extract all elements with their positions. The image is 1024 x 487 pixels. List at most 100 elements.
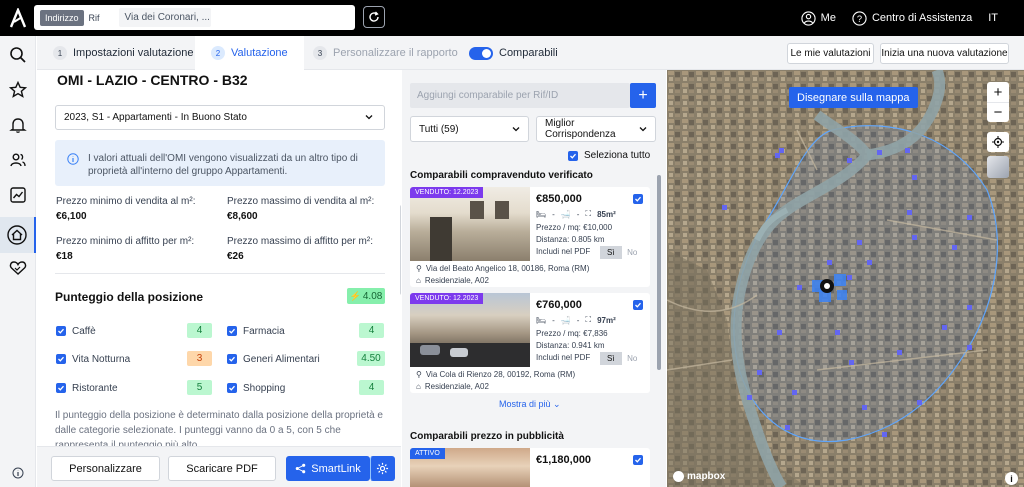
max-rent-label: Prezzo massimo di affitto per m²: xyxy=(227,236,373,247)
comparable-checkbox[interactable] xyxy=(633,194,643,204)
step-number: 1 xyxy=(53,46,67,60)
my-valuations-button[interactable]: Le mie valutazioni xyxy=(787,43,874,64)
home-icon: ⌂ xyxy=(416,382,421,391)
refresh-button[interactable] xyxy=(363,6,385,28)
new-valuation-button[interactable]: Inizia una nuova valutazione xyxy=(880,43,1009,64)
comparable-address: ⚲ Via Cola di Rienzo 28, 00192, Roma (RM… xyxy=(416,370,575,379)
add-comparable-input[interactable]: Aggiungi comparabile per Rif/ID xyxy=(410,83,630,108)
chevron-down-icon: ⌄ xyxy=(553,399,561,409)
comparable-checkbox[interactable] xyxy=(633,300,643,310)
sidebar-users[interactable] xyxy=(7,149,29,171)
map-info-icon[interactable]: i xyxy=(1005,472,1018,485)
category-label: Generi Alimentari xyxy=(243,353,320,365)
beds-value: - xyxy=(552,209,555,219)
no-option[interactable]: No xyxy=(622,352,644,365)
select-all-checkbox[interactable]: Seleziona tutto xyxy=(568,150,650,161)
category-pharmacy[interactable]: Farmacia xyxy=(227,323,285,339)
sidebar-notifications[interactable] xyxy=(7,114,29,136)
include-pdf-toggle[interactable]: Sì No xyxy=(600,352,643,365)
category-groceries[interactable]: Generi Alimentari xyxy=(227,351,320,367)
search-input[interactable]: Via dei Coronari, ... xyxy=(118,8,211,27)
help-center-link[interactable]: ? Centro di Assistenza xyxy=(852,10,973,26)
sold-tag: VENDUTO: 12.2023 xyxy=(410,187,484,198)
user-icon xyxy=(801,10,816,26)
comparable-card[interactable]: ATTIVO €1,180,000 xyxy=(410,448,650,487)
checkbox-checked[interactable] xyxy=(227,326,237,336)
baths-value: - xyxy=(576,315,580,325)
distance: Distanza: 0.941 km xyxy=(536,341,605,350)
include-pdf-toggle[interactable]: Sì No xyxy=(600,246,643,259)
step-number: 3 xyxy=(313,46,327,60)
comparable-card[interactable]: VENDUTO: 12.2023 €850,000 🛏 - 🛁 - ⛶ 85m² Pr… xyxy=(410,187,650,287)
search-mode-address[interactable]: Indirizzo xyxy=(40,9,84,26)
category-shopping[interactable]: Shopping xyxy=(227,380,285,396)
checkbox-checked[interactable] xyxy=(56,383,66,393)
comparable-card[interactable]: VENDUTO: 12.2023 €760,000 🛏 - 🛁 - ⛶ 97m² Pr… xyxy=(410,293,650,393)
scrollbar[interactable] xyxy=(400,205,401,295)
category-restaurant[interactable]: Ristorante xyxy=(56,380,118,396)
filter-dropdown[interactable]: Tutti (59) xyxy=(410,116,529,142)
users-icon xyxy=(10,153,26,167)
show-more-link[interactable]: Mostra di più ⌄ xyxy=(499,399,561,410)
language-selector[interactable]: IT xyxy=(988,12,998,24)
max-rent-value: €26 xyxy=(227,251,244,262)
sidebar-info[interactable] xyxy=(7,462,29,484)
bell-icon xyxy=(9,118,27,133)
checkbox-checked[interactable] xyxy=(227,383,237,393)
scrollbar[interactable] xyxy=(657,175,661,370)
smartlink-button[interactable]: SmartLink xyxy=(286,456,370,481)
map-style-toggle[interactable] xyxy=(987,156,1009,178)
draw-on-map-button[interactable]: Disegnare sulla mappa xyxy=(789,87,918,108)
zoom-in-button[interactable]: + xyxy=(987,82,1009,102)
category-score: 4.50 xyxy=(357,351,385,366)
help-label: Centro di Assistenza xyxy=(871,12,973,24)
sidebar-handshake[interactable] xyxy=(7,257,29,279)
add-comparable-button[interactable]: + xyxy=(630,83,656,108)
checkbox-checked[interactable] xyxy=(568,150,578,161)
search-mode-ref[interactable]: Rif xyxy=(84,10,105,26)
step-customize-report[interactable]: 3 Personalizzare il rapporto xyxy=(313,36,458,70)
step-number: 2 xyxy=(211,46,225,60)
sidebar-search[interactable] xyxy=(7,44,29,66)
yes-option[interactable]: Sì xyxy=(600,352,622,365)
app-logo[interactable] xyxy=(0,0,36,36)
omi-period-select[interactable]: 2023, S1 - Appartamenti - In Buono Stato xyxy=(55,105,385,130)
sidebar-favorites[interactable] xyxy=(7,79,29,101)
checkbox-checked[interactable] xyxy=(227,354,237,364)
locate-button[interactable] xyxy=(987,132,1009,152)
customize-button[interactable]: Personalizzare xyxy=(51,456,160,481)
zoom-out-button[interactable]: − xyxy=(987,102,1009,122)
category-cafe[interactable]: Caffè xyxy=(56,323,96,339)
plus-icon: + xyxy=(638,86,648,104)
star-icon xyxy=(9,81,27,98)
comparables-toggle[interactable] xyxy=(469,46,493,60)
user-menu[interactable]: Me xyxy=(801,10,836,26)
step-settings[interactable]: 1 Impostazioni valutazione xyxy=(53,36,193,70)
address-text: Via Cola di Rienzo 28, 00192, Roma (RM) xyxy=(425,370,576,379)
omi-period-value: 2023, S1 - Appartamenti - In Buono Stato xyxy=(64,112,247,123)
language-label: IT xyxy=(988,12,998,24)
max-sale-label: Prezzo massimo di vendita al m²: xyxy=(227,196,375,207)
comparables-panel: Aggiungi comparabile per Rif/ID + Tutti … xyxy=(402,70,666,487)
no-option[interactable]: No xyxy=(622,246,644,259)
chevron-down-icon xyxy=(639,127,647,132)
info-icon xyxy=(67,153,79,165)
comparable-checkbox[interactable] xyxy=(633,455,643,465)
category-score: 3 xyxy=(187,351,212,366)
step-label: Impostazioni valutazione xyxy=(73,47,194,59)
sort-dropdown[interactable]: Miglior Corrispondenza xyxy=(536,116,656,142)
property-photo: VENDUTO: 12.2023 xyxy=(410,293,530,367)
checkbox-checked[interactable] xyxy=(56,354,66,364)
step-valuation[interactable]: 2 Valutazione xyxy=(195,36,304,70)
map[interactable]: Disegnare sulla mappa + − mapbox i xyxy=(667,70,1024,487)
yes-option[interactable]: Sì xyxy=(600,246,622,259)
sidebar-analytics[interactable] xyxy=(7,184,29,206)
smartlink-settings-button[interactable] xyxy=(370,456,395,481)
sidebar-valuation[interactable] xyxy=(0,217,36,253)
area-icon: ⛶ xyxy=(585,315,592,324)
omi-info-text: I valori attuali dell'OMI vengono visual… xyxy=(88,153,358,177)
checkbox-checked[interactable] xyxy=(56,326,66,336)
category-nightlife[interactable]: Vita Notturna xyxy=(56,351,130,367)
comparable-price: €760,000 xyxy=(536,299,582,311)
download-pdf-button[interactable]: Scaricare PDF xyxy=(168,456,276,481)
